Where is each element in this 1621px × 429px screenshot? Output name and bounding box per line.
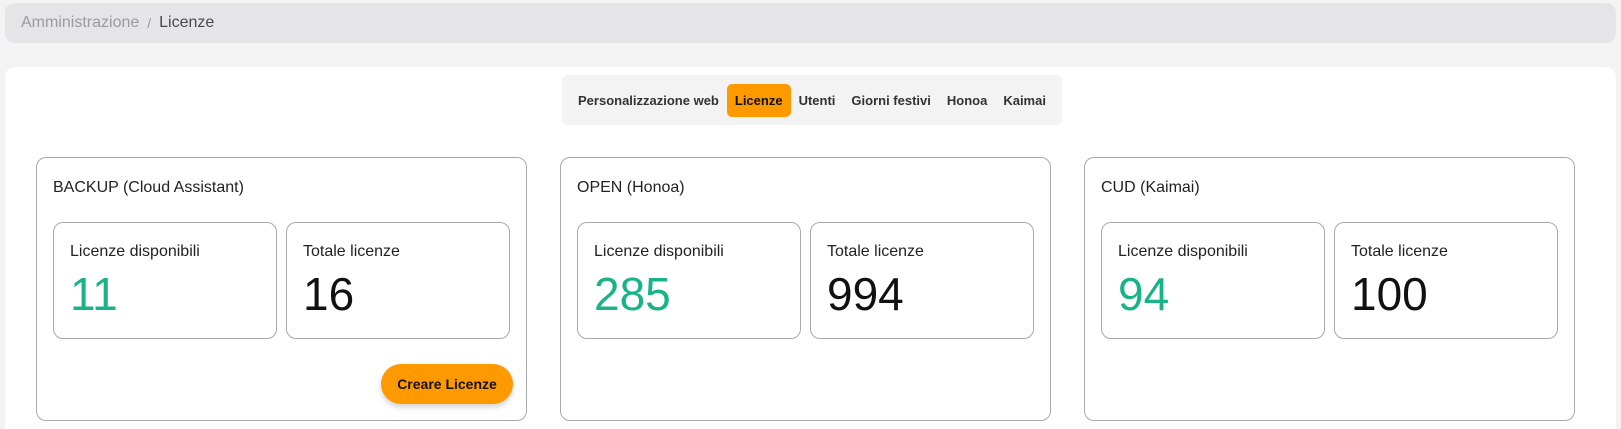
available-licenses-label: Licenze disponibili bbox=[70, 243, 200, 260]
breadcrumb-root-link[interactable]: Amministrazione bbox=[21, 14, 139, 32]
tab-bar: Personalizzazione web Licenze Utenti Gio… bbox=[562, 75, 1062, 125]
available-licenses-label: Licenze disponibili bbox=[594, 243, 724, 260]
breadcrumb-current: Licenze bbox=[159, 14, 215, 31]
license-card-backup: BACKUP (Cloud Assistant) Licenze disponi… bbox=[36, 157, 527, 421]
license-card-open: OPEN (Honoa) Licenze disponibili 285 Tot… bbox=[560, 157, 1051, 421]
breadcrumb-separator: / bbox=[147, 15, 152, 31]
total-licenses-value: 100 bbox=[1351, 268, 1428, 320]
card-title: OPEN (Honoa) bbox=[577, 179, 685, 196]
total-licenses-label: Totale licenze bbox=[827, 243, 924, 260]
total-licenses-box: Totale licenze 100 bbox=[1334, 222, 1558, 339]
total-licenses-label: Totale licenze bbox=[1351, 243, 1448, 260]
card-title: BACKUP (Cloud Assistant) bbox=[53, 179, 244, 196]
available-licenses-label: Licenze disponibili bbox=[1118, 243, 1248, 260]
create-licenses-button[interactable]: Creare Licenze bbox=[381, 364, 513, 404]
main-panel: Personalizzazione web Licenze Utenti Gio… bbox=[5, 67, 1616, 429]
breadcrumb: Amministrazione / Licenze bbox=[5, 3, 1616, 43]
available-licenses-value: 11 bbox=[70, 268, 118, 320]
available-licenses-box: Licenze disponibili 94 bbox=[1101, 222, 1325, 339]
total-licenses-label: Totale licenze bbox=[303, 243, 400, 260]
available-licenses-box: Licenze disponibili 11 bbox=[53, 222, 277, 339]
available-licenses-box: Licenze disponibili 285 bbox=[577, 222, 801, 339]
tab-giorni-festivi[interactable]: Giorni festivi bbox=[843, 84, 938, 117]
license-card-cud: CUD (Kaimai) Licenze disponibili 94 Tota… bbox=[1084, 157, 1575, 421]
total-licenses-value: 994 bbox=[827, 268, 904, 320]
total-licenses-box: Totale licenze 16 bbox=[286, 222, 510, 339]
available-licenses-value: 285 bbox=[594, 268, 671, 320]
tab-licenze[interactable]: Licenze bbox=[726, 83, 791, 117]
tab-honoa[interactable]: Honoa bbox=[939, 84, 995, 117]
tab-kaimai[interactable]: Kaimai bbox=[995, 84, 1054, 117]
total-licenses-value: 16 bbox=[303, 268, 355, 320]
available-licenses-value: 94 bbox=[1118, 268, 1170, 320]
total-licenses-box: Totale licenze 994 bbox=[810, 222, 1034, 339]
tab-utenti[interactable]: Utenti bbox=[791, 84, 844, 117]
tab-personalizzazione-web[interactable]: Personalizzazione web bbox=[570, 84, 727, 117]
card-title: CUD (Kaimai) bbox=[1101, 179, 1200, 196]
